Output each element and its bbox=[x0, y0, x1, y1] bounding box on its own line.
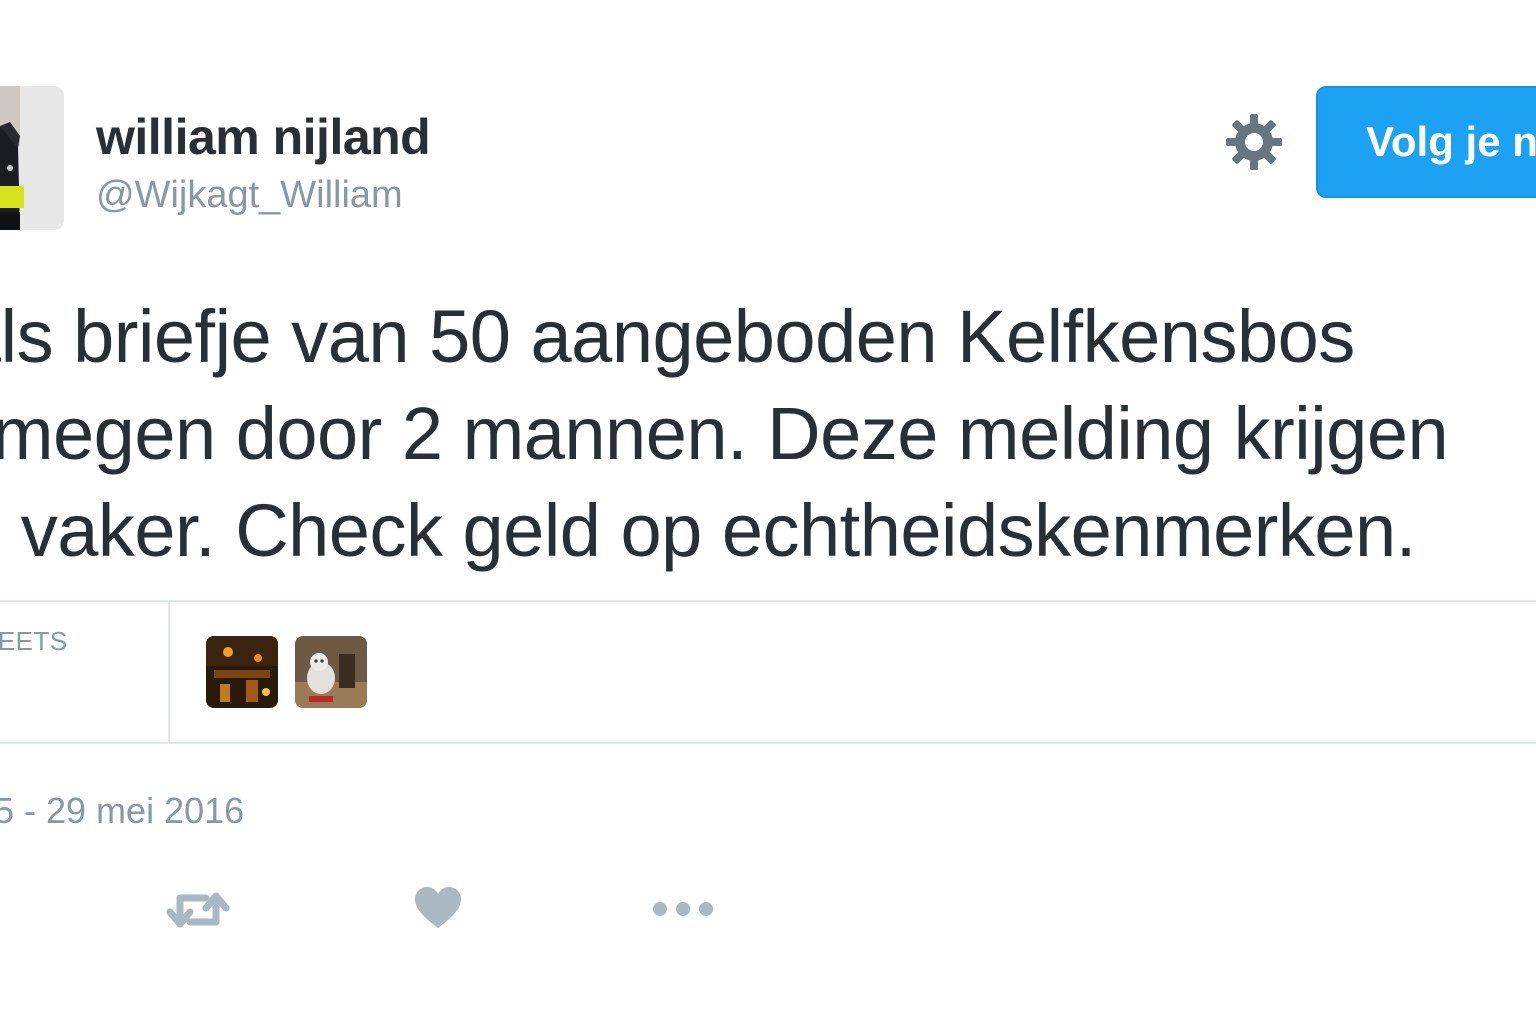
tweet-text: als briefje van 50 aangeboden Kelfkensbo… bbox=[0, 288, 1536, 579]
tweet-text-line: als briefje van 50 aangeboden Kelfkensbo… bbox=[0, 295, 1355, 378]
gear-icon[interactable] bbox=[1224, 112, 1284, 172]
stats-divider-bottom bbox=[0, 742, 1536, 744]
liker-avatar-2[interactable] bbox=[295, 636, 367, 708]
tweet-timestamp[interactable]: 5 - 29 mei 2016 bbox=[0, 790, 244, 832]
police-officer-avatar-image bbox=[0, 86, 64, 230]
display-name[interactable]: william nijland bbox=[96, 108, 431, 166]
retweets-label[interactable]: VEETS bbox=[0, 626, 68, 657]
tweet-text-line: e vaker. Check geld op echtheidskenmerke… bbox=[0, 489, 1416, 572]
stats-divider-vertical bbox=[168, 602, 170, 742]
retweet-icon[interactable] bbox=[166, 888, 230, 932]
more-icon[interactable] bbox=[652, 898, 714, 920]
tweet-text-line: ijmegen door 2 mannen. Deze melding krij… bbox=[0, 392, 1449, 475]
user-avatar[interactable] bbox=[0, 86, 64, 230]
tweet-card: william nijland @Wijkagt_William Volg je… bbox=[0, 0, 1536, 1024]
user-handle[interactable]: @Wijkagt_William bbox=[96, 174, 403, 217]
stats-divider-top bbox=[0, 600, 1536, 602]
liker-avatar-1[interactable] bbox=[206, 636, 278, 708]
heart-icon[interactable] bbox=[414, 886, 462, 930]
follow-button[interactable]: Volg je n bbox=[1316, 86, 1536, 198]
